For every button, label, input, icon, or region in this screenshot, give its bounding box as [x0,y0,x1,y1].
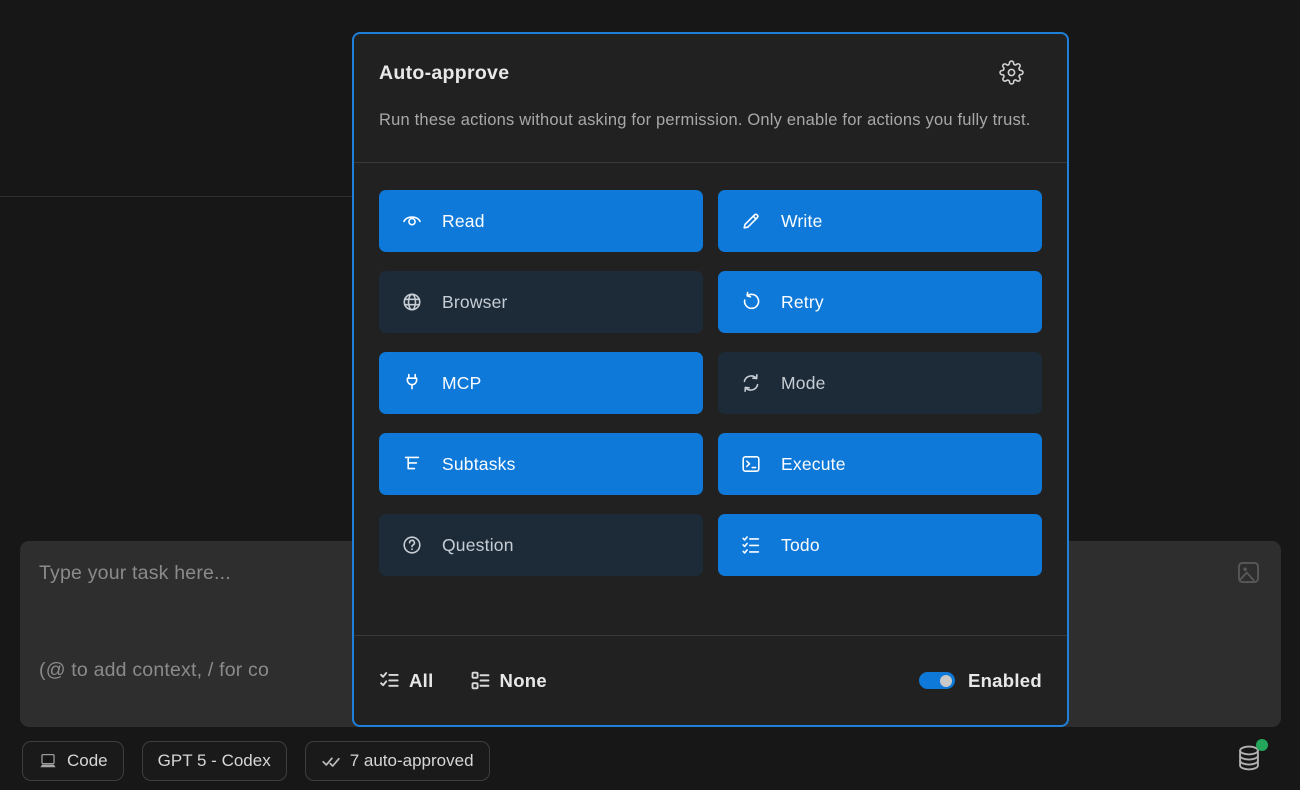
gear-icon[interactable] [999,60,1024,85]
auto-approve-grid: Read Write Browser Retry MCP Mode Subtasks Exec… [354,163,1067,600]
terminal-icon [740,453,762,475]
auto-approve-action-retry[interactable]: Retry [718,271,1042,333]
globe-icon [401,291,423,313]
pencil-icon [740,210,762,232]
enabled-toggle[interactable] [919,672,955,689]
action-label: Todo [781,535,820,556]
action-label: Execute [781,454,846,475]
laptop-icon [38,751,58,771]
select-all-button[interactable]: All [379,670,434,692]
select-all-label: All [409,670,434,692]
auto-approve-action-subtasks[interactable]: Subtasks [379,433,703,495]
chip-label: 7 auto-approved [350,751,474,771]
chip-label: GPT 5 - Codex [158,751,271,771]
action-label: MCP [442,373,482,394]
double-check-icon [321,751,341,771]
action-label: Mode [781,373,826,394]
chip-label: Code [67,751,108,771]
history-database-button[interactable] [1234,743,1264,773]
auto-approve-modal: Auto-approve Run these actions without a… [352,32,1069,727]
auto-approve-action-mode[interactable]: Mode [718,352,1042,414]
image-icon[interactable] [1235,559,1262,586]
sync-icon [740,372,762,394]
auto-approve-action-mcp[interactable]: MCP [379,352,703,414]
auto-approve-action-browser[interactable]: Browser [379,271,703,333]
check-list-icon [379,670,400,691]
auto-approve-action-todo[interactable]: Todo [718,514,1042,576]
toggle-knob [940,675,952,687]
task-input-placeholder: Type your task here... [39,562,231,585]
modal-title: Auto-approve [379,62,509,85]
modal-description: Run these actions without asking for per… [379,106,1039,162]
status-bar: Code GPT 5 - Codex 7 auto-approved [22,741,490,781]
online-status-dot [1256,739,1268,751]
auto-approve-action-execute[interactable]: Execute [718,433,1042,495]
select-none-button[interactable]: None [470,670,547,692]
modal-footer: All None Enabled [354,635,1067,725]
action-label: Browser [442,292,508,313]
enabled-toggle-group: Enabled [919,670,1042,692]
list-tree-icon [401,453,423,475]
background-section-divider [0,196,353,197]
enabled-toggle-label: Enabled [968,670,1042,692]
action-label: Subtasks [442,454,516,475]
action-label: Read [442,211,485,232]
chip-model[interactable]: GPT 5 - Codex [142,741,287,781]
chip-auto-approved[interactable]: 7 auto-approved [305,741,490,781]
empty-list-icon [470,670,491,691]
eye-icon [401,210,423,232]
checklist-icon [740,534,762,556]
action-label: Question [442,535,514,556]
select-none-label: None [500,670,547,692]
retry-icon [740,291,762,313]
action-label: Write [781,211,823,232]
question-icon [401,534,423,556]
auto-approve-action-write[interactable]: Write [718,190,1042,252]
auto-approve-action-question[interactable]: Question [379,514,703,576]
action-label: Retry [781,292,824,313]
task-input-hint: (@ to add context, / for co [39,659,269,682]
chip-mode[interactable]: Code [22,741,124,781]
auto-approve-action-read[interactable]: Read [379,190,703,252]
plug-icon [401,372,423,394]
modal-header: Auto-approve Run these actions without a… [354,34,1067,163]
